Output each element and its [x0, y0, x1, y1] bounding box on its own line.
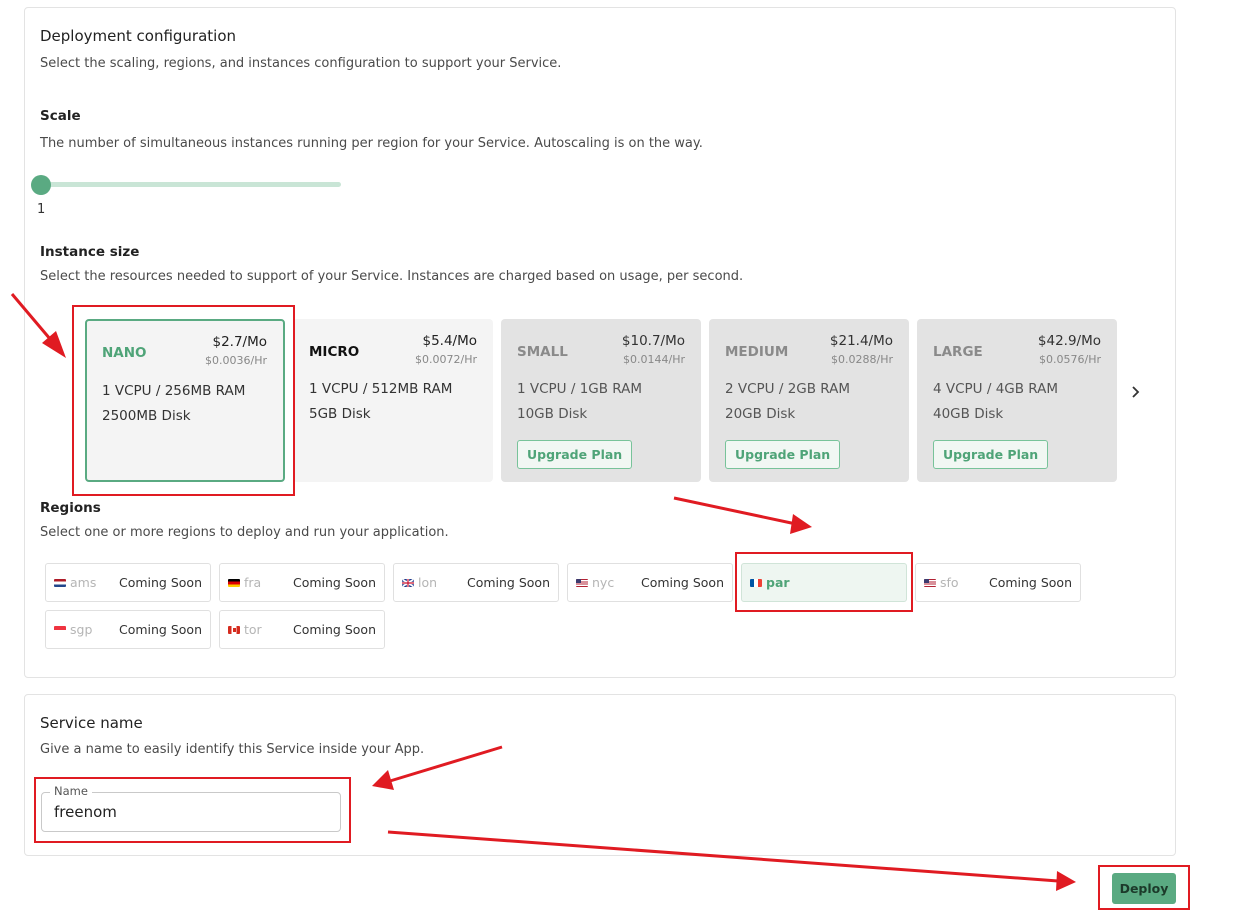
region-lon: lon Coming Soon — [393, 563, 559, 602]
highlight-box-nano — [72, 305, 295, 496]
region-code: tor — [244, 622, 262, 637]
instance-price-hourly: $0.0576/Hr — [1039, 353, 1101, 366]
instance-price-monthly: $21.4/Mo — [829, 333, 893, 349]
instance-price-hourly: $0.0072/Hr — [415, 353, 477, 366]
region-sgp: sgp Coming Soon — [45, 610, 211, 649]
instance-price-monthly: $10.7/Mo — [621, 333, 685, 349]
region-status: Coming Soon — [988, 575, 1072, 590]
instance-name: SMALL — [517, 344, 568, 360]
upgrade-plan-button[interactable]: Upgrade Plan — [725, 440, 841, 469]
instance-card-small: SMALL $10.7/Mo $0.0144/Hr 1 VCPU / 1GB R… — [501, 319, 701, 482]
region-status: Coming Soon — [118, 575, 202, 590]
deployment-config-description: Select the scaling, regions, and instanc… — [40, 56, 562, 71]
regions-description: Select one or more regions to deploy and… — [40, 525, 449, 540]
region-code: nyc — [592, 575, 615, 590]
canada-flag-icon — [228, 626, 240, 634]
highlight-box-name — [34, 777, 351, 843]
region-status: Coming Soon — [118, 622, 202, 637]
scale-slider-value: 1 — [37, 202, 46, 217]
united-kingdom-flag-icon — [402, 579, 414, 587]
upgrade-plan-button[interactable]: Upgrade Plan — [933, 440, 1049, 469]
service-name-description: Give a name to easily identify this Serv… — [40, 742, 425, 757]
scale-slider-thumb[interactable] — [31, 175, 51, 195]
instance-name: LARGE — [933, 344, 983, 360]
region-fra: fra Coming Soon — [219, 563, 385, 602]
service-name-title: Service name — [40, 714, 143, 732]
instance-disk: 20GB Disk — [725, 406, 796, 422]
instance-cpu-ram: 2 VCPU / 2GB RAM — [725, 381, 851, 397]
instance-price-monthly: $42.9/Mo — [1037, 333, 1101, 349]
highlight-box-par — [735, 552, 913, 612]
region-status: Coming Soon — [292, 622, 376, 637]
instance-cpu-ram: 1 VCPU / 512MB RAM — [309, 381, 453, 397]
instance-card-medium: MEDIUM $21.4/Mo $0.0288/Hr 2 VCPU / 2GB … — [709, 319, 909, 482]
deployment-config-title: Deployment configuration — [40, 27, 237, 45]
instance-name: MEDIUM — [725, 344, 789, 360]
germany-flag-icon — [228, 579, 240, 587]
region-code: sgp — [70, 622, 93, 637]
region-code: sfo — [940, 575, 959, 590]
instance-name: MICRO — [309, 344, 360, 360]
regions-title: Regions — [40, 500, 101, 516]
instance-price-hourly: $0.0288/Hr — [831, 353, 893, 366]
instance-disk: 5GB Disk — [309, 406, 371, 422]
region-status: Coming Soon — [292, 575, 376, 590]
scale-slider-track[interactable] — [40, 182, 341, 187]
instance-size-title: Instance size — [40, 244, 140, 260]
region-status: Coming Soon — [640, 575, 724, 590]
region-tor: tor Coming Soon — [219, 610, 385, 649]
highlight-box-deploy — [1098, 865, 1190, 910]
region-sfo: sfo Coming Soon — [915, 563, 1081, 602]
united-states-flag-icon — [924, 579, 936, 587]
region-nyc: nyc Coming Soon — [567, 563, 733, 602]
instance-cpu-ram: 1 VCPU / 1GB RAM — [517, 381, 643, 397]
netherlands-flag-icon — [54, 579, 66, 587]
region-status: Coming Soon — [466, 575, 550, 590]
region-ams: ams Coming Soon — [45, 563, 211, 602]
scale-description: The number of simultaneous instances run… — [40, 136, 703, 151]
instance-price-monthly: $5.4/Mo — [422, 333, 477, 349]
singapore-flag-icon — [54, 626, 66, 634]
instance-disk: 10GB Disk — [517, 406, 588, 422]
upgrade-plan-button[interactable]: Upgrade Plan — [517, 440, 633, 469]
united-states-flag-icon — [576, 579, 588, 587]
instance-price-hourly: $0.0144/Hr — [623, 353, 685, 366]
region-code: lon — [418, 575, 438, 590]
chevron-right-icon[interactable] — [1131, 384, 1141, 403]
instance-size-description: Select the resources needed to support o… — [40, 269, 744, 284]
instance-card-micro[interactable]: MICRO $5.4/Mo $0.0072/Hr 1 VCPU / 512MB … — [293, 319, 493, 482]
instance-card-large: LARGE $42.9/Mo $0.0576/Hr 4 VCPU / 4GB R… — [917, 319, 1117, 482]
scale-title: Scale — [40, 108, 81, 124]
instance-cpu-ram: 4 VCPU / 4GB RAM — [933, 381, 1059, 397]
region-code: fra — [244, 575, 262, 590]
region-code: ams — [70, 575, 97, 590]
instance-disk: 40GB Disk — [933, 406, 1004, 422]
